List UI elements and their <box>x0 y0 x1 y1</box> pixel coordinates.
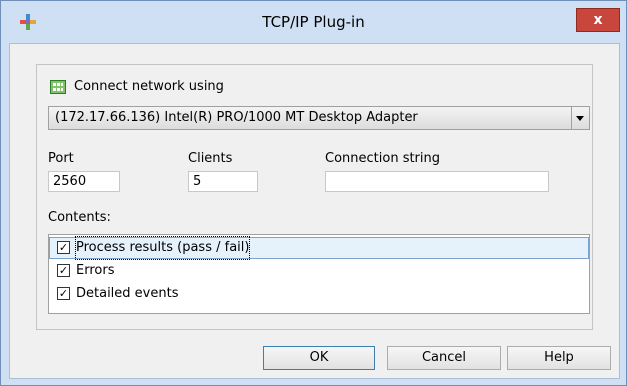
selected-adapter-text: (172.17.66.136) Intel(R) PRO/1000 MT Des… <box>55 110 418 125</box>
list-item-process-results[interactable]: ✓ Process results (pass / fail) <box>49 236 589 260</box>
list-item-label: Detailed events <box>76 286 179 301</box>
connection-string-input[interactable] <box>325 171 549 192</box>
help-button[interactable]: Help <box>507 346 611 370</box>
list-item-label: Errors <box>76 263 115 278</box>
clients-input[interactable]: 5 <box>188 171 258 192</box>
title-bar[interactable]: TCP/IP Plug-in x <box>1 1 626 43</box>
connect-network-label: Connect network using <box>74 79 224 94</box>
port-input[interactable]: 2560 <box>48 171 120 192</box>
network-adapter-dropdown[interactable]: (172.17.66.136) Intel(R) PRO/1000 MT Des… <box>48 106 590 130</box>
process-results-checkbox[interactable]: ✓ <box>57 241 70 254</box>
window-title: TCP/IP Plug-in <box>262 13 365 31</box>
connection-string-label: Connection string <box>325 151 441 166</box>
list-item-errors[interactable]: ✓ Errors <box>49 260 589 282</box>
list-item-label: Process results (pass / fail) <box>74 236 251 260</box>
list-item-detailed-events[interactable]: ✓ Detailed events <box>49 283 589 305</box>
contents-list[interactable]: ✓ Process results (pass / fail) ✓ Errors… <box>48 234 590 314</box>
network-adapter-icon <box>50 80 66 94</box>
contents-label: Contents: <box>48 210 111 225</box>
dialog-window: TCP/IP Plug-in x Connect network using (… <box>0 0 627 386</box>
chevron-down-icon[interactable] <box>571 107 589 129</box>
close-icon: x <box>593 12 603 28</box>
close-button[interactable]: x <box>576 8 620 32</box>
port-label: Port <box>48 151 74 166</box>
clients-label: Clients <box>188 151 233 166</box>
detailed-events-checkbox[interactable]: ✓ <box>57 287 70 300</box>
ok-button[interactable]: OK <box>263 346 375 370</box>
dialog-body: Connect network using (172.17.66.136) In… <box>9 43 620 379</box>
cancel-button[interactable]: Cancel <box>387 346 501 370</box>
errors-checkbox[interactable]: ✓ <box>57 264 70 277</box>
